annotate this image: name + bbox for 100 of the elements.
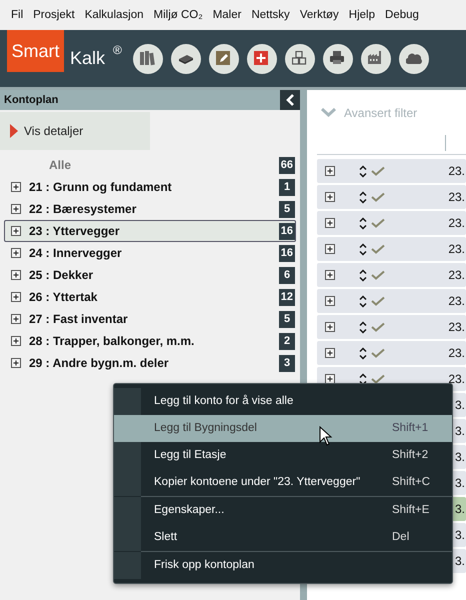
menu-item[interactable]: Hjelp — [344, 0, 380, 30]
check-icon — [371, 270, 385, 280]
grid-cell-text: 3. — [454, 501, 466, 518]
grid-row[interactable]: 23. — [317, 159, 466, 183]
grid-cell-text: 3. — [454, 423, 466, 440]
menu-item[interactable]: Miljø CO₂ — [148, 0, 208, 30]
grid-row[interactable]: 23. — [317, 263, 466, 287]
cursor-icon — [319, 426, 333, 446]
menu-item[interactable]: Fil — [6, 0, 28, 30]
menu-item[interactable]: Kopier kontoene under "23. Yttervegger" Shift+C — [114, 469, 452, 496]
expand-icon[interactable] — [325, 322, 335, 332]
registered-mark: ® — [113, 42, 122, 59]
grid-cell-text: 3. — [454, 449, 466, 466]
count-badge: 5 — [279, 200, 295, 218]
tree-item[interactable]: Alle 66 — [4, 154, 296, 176]
menu-item[interactable]: Debug — [380, 0, 424, 30]
grid-cell-text: 23. — [448, 319, 466, 336]
toolbar-button[interactable] — [398, 44, 429, 74]
tree-item[interactable]: 26 : Yttertak 12 — [4, 286, 296, 308]
tree-label: Alle — [49, 157, 72, 174]
cubes-icon — [292, 51, 308, 66]
details-button[interactable]: Vis detaljer — [0, 112, 150, 150]
grid-cell-text: 23. — [448, 345, 466, 362]
expand-icon[interactable] — [325, 374, 335, 384]
expand-icon[interactable] — [11, 314, 21, 324]
menu-item[interactable]: Maler — [208, 0, 246, 30]
grid-cell-text: 23. — [448, 371, 466, 388]
grid-row[interactable]: 23. — [317, 185, 466, 209]
toolbar-button[interactable] — [170, 44, 201, 74]
count-badge: 3 — [279, 354, 295, 372]
expand-icon[interactable] — [325, 244, 335, 254]
tree-item[interactable]: 28 : Trapper, balkonger, m.m. 2 — [4, 330, 296, 352]
menu-item[interactable]: Slett Del — [114, 524, 452, 551]
expand-icon[interactable] — [11, 270, 21, 280]
grid-row[interactable]: 23. — [317, 211, 466, 235]
menu-item[interactable]: Legg til Etasje Shift+2 — [114, 442, 452, 469]
expand-icon[interactable] — [11, 358, 21, 368]
toolbar-button[interactable] — [360, 44, 391, 74]
sort-icon[interactable] — [359, 190, 367, 204]
toolbar-button[interactable] — [246, 44, 277, 74]
sort-icon[interactable] — [359, 346, 367, 360]
tree-item[interactable]: 21 : Grunn og fundament 1 — [4, 176, 296, 198]
tree-item[interactable]: 27 : Fast inventar 5 — [4, 308, 296, 330]
check-icon — [371, 348, 385, 358]
toolbar-button[interactable] — [284, 44, 315, 74]
grid-row[interactable]: 23. — [317, 341, 466, 365]
check-icon — [371, 374, 385, 384]
expand-icon[interactable] — [11, 182, 21, 192]
grid-row[interactable]: 23. — [317, 315, 466, 339]
chevron-left-icon — [286, 94, 294, 106]
expand-icon[interactable] — [11, 336, 21, 346]
sort-icon[interactable] — [359, 268, 367, 282]
expand-icon[interactable] — [325, 218, 335, 228]
collapse-button[interactable] — [280, 90, 300, 110]
menu-item[interactable]: Legg til konto for å vise alle — [114, 388, 452, 415]
grid-row[interactable]: 23. — [317, 237, 466, 261]
tree-label: 26 : Yttertak — [29, 289, 98, 306]
expand-icon[interactable] — [325, 166, 335, 176]
tree-item[interactable]: 25 : Dekker 6 — [4, 264, 296, 286]
toolbar-button[interactable] — [322, 44, 353, 74]
menu-item[interactable]: Verktøy — [294, 0, 344, 30]
expand-icon[interactable] — [11, 204, 21, 214]
expand-icon[interactable] — [325, 296, 335, 306]
expand-icon[interactable] — [11, 292, 21, 302]
toolbar-button[interactable] — [132, 44, 163, 74]
tree-item[interactable]: 24 : Innervegger 16 — [4, 242, 296, 264]
menu-item[interactable]: Kalkulasjon — [80, 0, 149, 30]
sort-icon[interactable] — [359, 372, 367, 386]
sort-icon[interactable] — [359, 320, 367, 334]
sort-icon[interactable] — [359, 294, 367, 308]
expand-icon[interactable] — [11, 226, 21, 236]
tree-label: 24 : Innervegger — [29, 245, 122, 262]
toolbar-button[interactable] — [208, 44, 239, 74]
menu-item[interactable]: Nettsky — [246, 0, 295, 30]
sort-icon[interactable] — [359, 242, 367, 256]
grid-cell-text: 23. — [448, 293, 466, 310]
count-badge: 66 — [278, 156, 295, 174]
menu-item[interactable]: Prosjekt — [28, 0, 80, 30]
expand-icon[interactable] — [325, 270, 335, 280]
tree-label: 27 : Fast inventar — [29, 311, 128, 328]
sort-icon[interactable] — [359, 164, 367, 178]
menu-item[interactable]: Frisk opp kontoplan — [114, 552, 452, 579]
expand-icon[interactable] — [325, 192, 335, 202]
tree-label: 28 : Trapper, balkonger, m.m. — [29, 333, 194, 350]
check-icon — [371, 322, 385, 332]
sort-icon[interactable] — [359, 216, 367, 230]
tree-label: 25 : Dekker — [29, 267, 94, 284]
tree-item[interactable]: 29 : Andre bygn.m. deler 3 — [4, 352, 296, 374]
tree-item[interactable]: 22 : Bæresystemer 5 — [4, 198, 296, 220]
check-icon — [371, 218, 385, 228]
menu-item[interactable]: Egenskaper... Shift+E — [114, 497, 452, 524]
logo-text: Kalk — [70, 47, 106, 70]
grid-row[interactable]: 23. — [317, 289, 466, 313]
tree-item[interactable]: 23 : Yttervegger 16 — [4, 220, 296, 242]
books-icon — [140, 51, 156, 66]
expand-icon[interactable] — [325, 348, 335, 358]
expand-icon[interactable] — [11, 248, 21, 258]
count-badge: 16 — [278, 244, 295, 262]
count-badge: 16 — [278, 222, 295, 240]
grid-cell-text: 3. — [454, 553, 466, 570]
